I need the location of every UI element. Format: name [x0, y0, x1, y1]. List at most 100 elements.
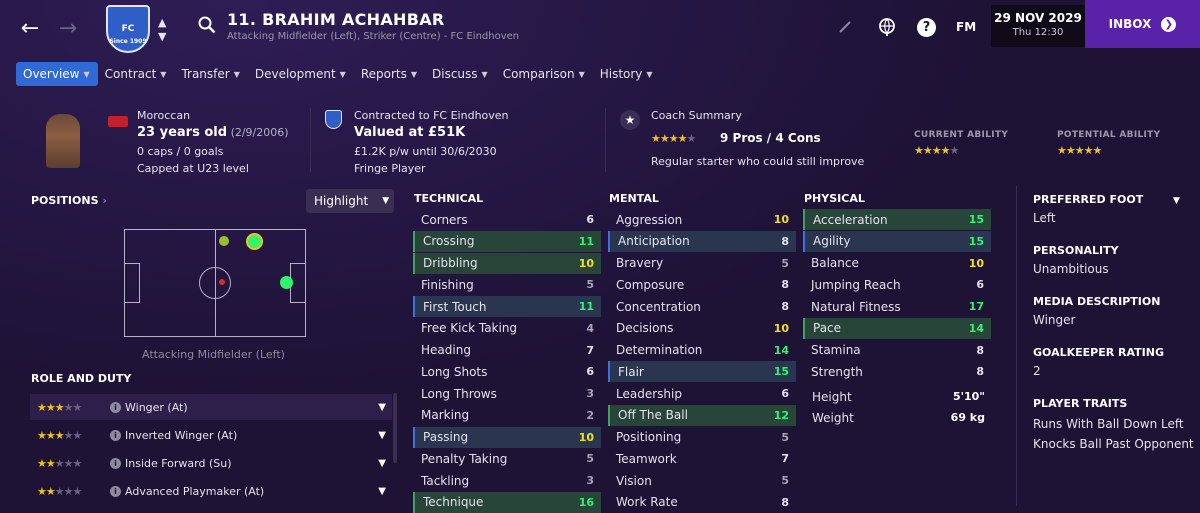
role-row[interactable]: ★★★★★ i Inside Forward (Su) ▼	[30, 450, 392, 476]
attribute-row-natural-fitness[interactable]: Natural Fitness 17	[803, 296, 991, 317]
forward-arrow-icon[interactable]: →	[56, 16, 80, 41]
fm-menu-button[interactable]: FM	[956, 20, 976, 34]
role-label: Advanced Playmaker (At)	[125, 484, 265, 498]
info-icon[interactable]: i	[110, 457, 121, 469]
attribute-row-tackling[interactable]: Tackling 3	[413, 470, 601, 491]
tab-comparison[interactable]: Comparison ▼	[496, 62, 593, 86]
attribute-row-heading[interactable]: Heading 7	[413, 340, 601, 361]
attribute-row-work-rate[interactable]: Work Rate 8	[608, 492, 796, 513]
attribute-row-stamina[interactable]: Stamina 8	[803, 340, 991, 361]
weight-row: Weight 69 kg	[804, 407, 992, 428]
age-line: 23 years old (2/9/2006)	[137, 125, 289, 140]
capped-text: Capped at U23 level	[137, 162, 249, 175]
attribute-name: First Touch	[423, 299, 487, 314]
attribute-row-acceleration[interactable]: Acceleration 15	[803, 209, 991, 230]
chevron-down-icon[interactable]: ▼	[378, 458, 386, 469]
attribute-row-bravery[interactable]: Bravery 5	[608, 253, 796, 274]
attribute-value: 5	[781, 430, 789, 444]
attribute-value: 5	[781, 256, 789, 270]
tab-overview[interactable]: Overview ▼	[16, 62, 98, 86]
attribute-row-long-throws[interactable]: Long Throws 3	[413, 383, 601, 404]
search-icon[interactable]	[198, 16, 216, 34]
attribute-value: 14	[968, 321, 984, 335]
attribute-row-vision[interactable]: Vision 5	[608, 470, 796, 491]
attribute-row-leadership[interactable]: Leadership 6	[608, 383, 796, 404]
previous-player-chevron-up-icon[interactable]: ▲	[158, 16, 166, 29]
attribute-value: 2	[586, 408, 594, 422]
attribute-row-marking[interactable]: Marking 2	[413, 405, 601, 426]
highlight-dropdown[interactable]: Highlight ▼	[306, 189, 394, 213]
tab-discuss[interactable]: Discuss ▼	[425, 62, 496, 86]
role-row[interactable]: ★★★★★ i Inverted Winger (At) ▼	[30, 422, 392, 448]
tab-transfer[interactable]: Transfer ▼	[174, 62, 247, 86]
coach-rating-stars: ★★★★★	[651, 132, 696, 145]
chevron-down-icon[interactable]: ▼	[378, 402, 386, 413]
attribute-value: 6	[586, 213, 594, 226]
attribute-row-positioning[interactable]: Positioning 5	[608, 427, 796, 448]
attribute-row-aggression[interactable]: Aggression 10	[608, 209, 796, 230]
attribute-row-crossing[interactable]: Crossing 11	[413, 230, 601, 252]
club-crest[interactable]: FC Since 1909	[106, 5, 150, 53]
chevron-down-icon[interactable]: ▼	[1173, 196, 1180, 206]
attribute-row-balance[interactable]: Balance 10	[803, 253, 991, 274]
attribute-row-finishing[interactable]: Finishing 5	[413, 274, 601, 295]
attribute-row-jumping-reach[interactable]: Jumping Reach 6	[803, 274, 991, 295]
potential-ability-label: POTENTIAL ABILITY	[1057, 130, 1161, 140]
highlight-label: Highlight	[314, 194, 369, 208]
attribute-row-passing[interactable]: Passing 10	[413, 426, 601, 448]
role-row[interactable]: ★★★★★ i Advanced Playmaker (At) ▼	[30, 478, 392, 504]
attribute-row-pace[interactable]: Pace 14	[803, 317, 991, 339]
attribute-value: 7	[586, 343, 594, 357]
attribute-row-corners[interactable]: Corners 6	[413, 209, 601, 230]
attribute-row-technique[interactable]: Technique 16	[413, 491, 601, 513]
attribute-value: 14	[773, 343, 789, 357]
info-icon[interactable]: i	[110, 401, 121, 413]
role-row[interactable]: ★★★★★ i Winger (At) ▼	[30, 394, 392, 420]
nationality-text: Moroccan	[137, 109, 191, 122]
personality-value: Unambitious	[1033, 262, 1109, 276]
globe-icon[interactable]	[877, 17, 897, 37]
club-crest-small-icon	[325, 110, 342, 129]
coach-summary-title[interactable]: Coach Summary	[651, 109, 742, 122]
attribute-row-decisions[interactable]: Decisions 10	[608, 318, 796, 339]
attribute-row-agility[interactable]: Agility 15	[803, 230, 991, 252]
attribute-row-anticipation[interactable]: Anticipation 8	[608, 230, 796, 252]
tab-reports[interactable]: Reports ▼	[354, 62, 425, 86]
chevron-down-icon: ▼	[481, 69, 488, 79]
edit-pencil-icon[interactable]	[838, 20, 852, 34]
tab-contract[interactable]: Contract ▼	[98, 62, 175, 86]
attribute-row-determination[interactable]: Determination 14	[608, 340, 796, 361]
tab-development[interactable]: Development ▼	[248, 62, 354, 86]
media-description-label: MEDIA DESCRIPTION	[1033, 295, 1161, 308]
attribute-row-concentration[interactable]: Concentration 8	[608, 296, 796, 317]
attribute-row-free-kick-taking[interactable]: Free Kick Taking 4	[413, 318, 601, 339]
attribute-row-first-touch[interactable]: First Touch 11	[413, 296, 601, 317]
attribute-row-off-the-ball[interactable]: Off The Ball 12	[608, 404, 796, 426]
back-arrow-icon[interactable]: ←	[18, 16, 42, 41]
date-display[interactable]: 29 NOV 2029 Thu 12:30	[991, 5, 1085, 47]
attribute-row-teamwork[interactable]: Teamwork 7	[608, 448, 796, 469]
divider	[605, 108, 606, 172]
help-question-icon[interactable]: ?	[917, 18, 936, 37]
attribute-row-dribbling[interactable]: Dribbling 10	[413, 252, 601, 274]
chevron-down-icon[interactable]: ▼	[378, 486, 386, 497]
attribute-name: Balance	[811, 256, 859, 270]
attribute-name: Composure	[616, 277, 685, 292]
info-icon[interactable]: i	[110, 485, 121, 497]
roles-scrollbar[interactable]	[393, 393, 397, 463]
inbox-button[interactable]: INBOX ❯	[1085, 0, 1200, 48]
tab-label: Overview	[23, 67, 80, 81]
continue-arrow-icon: ❯	[1161, 16, 1177, 32]
attribute-row-long-shots[interactable]: Long Shots 6	[413, 361, 601, 382]
attribute-row-strength[interactable]: Strength 8	[803, 361, 991, 382]
coach-note-text: Regular starter who could still improve	[651, 155, 865, 168]
next-player-chevron-down-icon[interactable]: ▼	[158, 30, 166, 43]
tab-history[interactable]: History ▼	[593, 62, 661, 86]
attribute-row-penalty-taking[interactable]: Penalty Taking 5	[413, 448, 601, 469]
positions-title[interactable]: POSITIONS ›	[31, 194, 107, 207]
chevron-down-icon[interactable]: ▼	[378, 430, 386, 441]
info-icon[interactable]: i	[110, 429, 121, 441]
coach-star-icon: ★	[620, 110, 640, 130]
attribute-row-flair[interactable]: Flair 15	[608, 361, 796, 383]
attribute-row-composure[interactable]: Composure 8	[608, 274, 796, 295]
